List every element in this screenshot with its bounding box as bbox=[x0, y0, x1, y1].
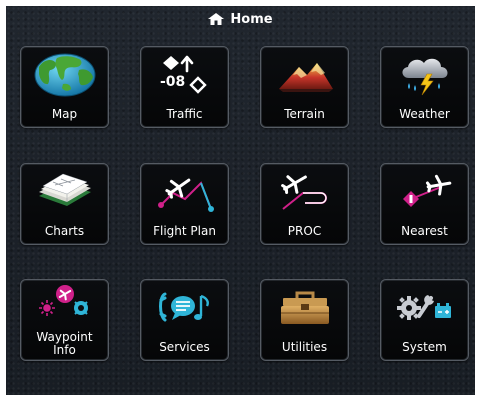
system-button-label: System bbox=[402, 340, 447, 354]
proc-icon bbox=[261, 168, 348, 216]
nearest-icon bbox=[381, 168, 468, 216]
weather-button-label: Weather bbox=[399, 107, 450, 121]
terrain-icon bbox=[261, 51, 348, 99]
page-title-text: Home bbox=[230, 11, 273, 27]
flight-plan-button-label: Flight Plan bbox=[153, 224, 216, 238]
traffic-icon: -08 bbox=[141, 51, 228, 99]
weather-icon bbox=[381, 51, 468, 99]
home-screen: Home Map -08 Traffic Terrain Weather Cha… bbox=[6, 6, 475, 395]
waypoint-info-button[interactable]: Waypoint Info bbox=[20, 279, 109, 361]
flight-plan-button[interactable]: Flight Plan bbox=[140, 163, 229, 245]
terrain-button[interactable]: Terrain bbox=[260, 46, 349, 128]
proc-button[interactable]: PROC bbox=[260, 163, 349, 245]
services-button-label: Services bbox=[159, 340, 210, 354]
map-globe-icon bbox=[21, 51, 108, 99]
waypoint-info-icon bbox=[21, 282, 108, 322]
utilities-button-label: Utilities bbox=[281, 340, 328, 354]
nearest-button[interactable]: Nearest bbox=[380, 163, 469, 245]
charts-button-label: Charts bbox=[44, 224, 85, 238]
proc-button-label: PROC bbox=[287, 224, 322, 238]
system-button[interactable]: System bbox=[380, 279, 469, 361]
services-icon bbox=[141, 284, 228, 332]
map-button-label: Map bbox=[51, 107, 78, 121]
charts-button[interactable]: Charts bbox=[20, 163, 109, 245]
svg-text:-08: -08 bbox=[160, 74, 185, 90]
system-icon bbox=[381, 284, 468, 332]
utilities-icon bbox=[261, 284, 348, 332]
map-button[interactable]: Map bbox=[20, 46, 109, 128]
traffic-button-label: Traffic bbox=[166, 107, 203, 121]
home-icon bbox=[208, 13, 225, 25]
nearest-button-label: Nearest bbox=[401, 224, 448, 238]
traffic-button[interactable]: -08 Traffic bbox=[140, 46, 229, 128]
flight-plan-icon bbox=[141, 168, 228, 216]
page-title: Home bbox=[6, 10, 475, 28]
charts-icon bbox=[21, 168, 108, 216]
utilities-button[interactable]: Utilities bbox=[260, 279, 349, 361]
waypoint-info-button-label: Waypoint Info bbox=[36, 330, 93, 357]
terrain-button-label: Terrain bbox=[284, 107, 325, 121]
weather-button[interactable]: Weather bbox=[380, 46, 469, 128]
services-button[interactable]: Services bbox=[140, 279, 229, 361]
